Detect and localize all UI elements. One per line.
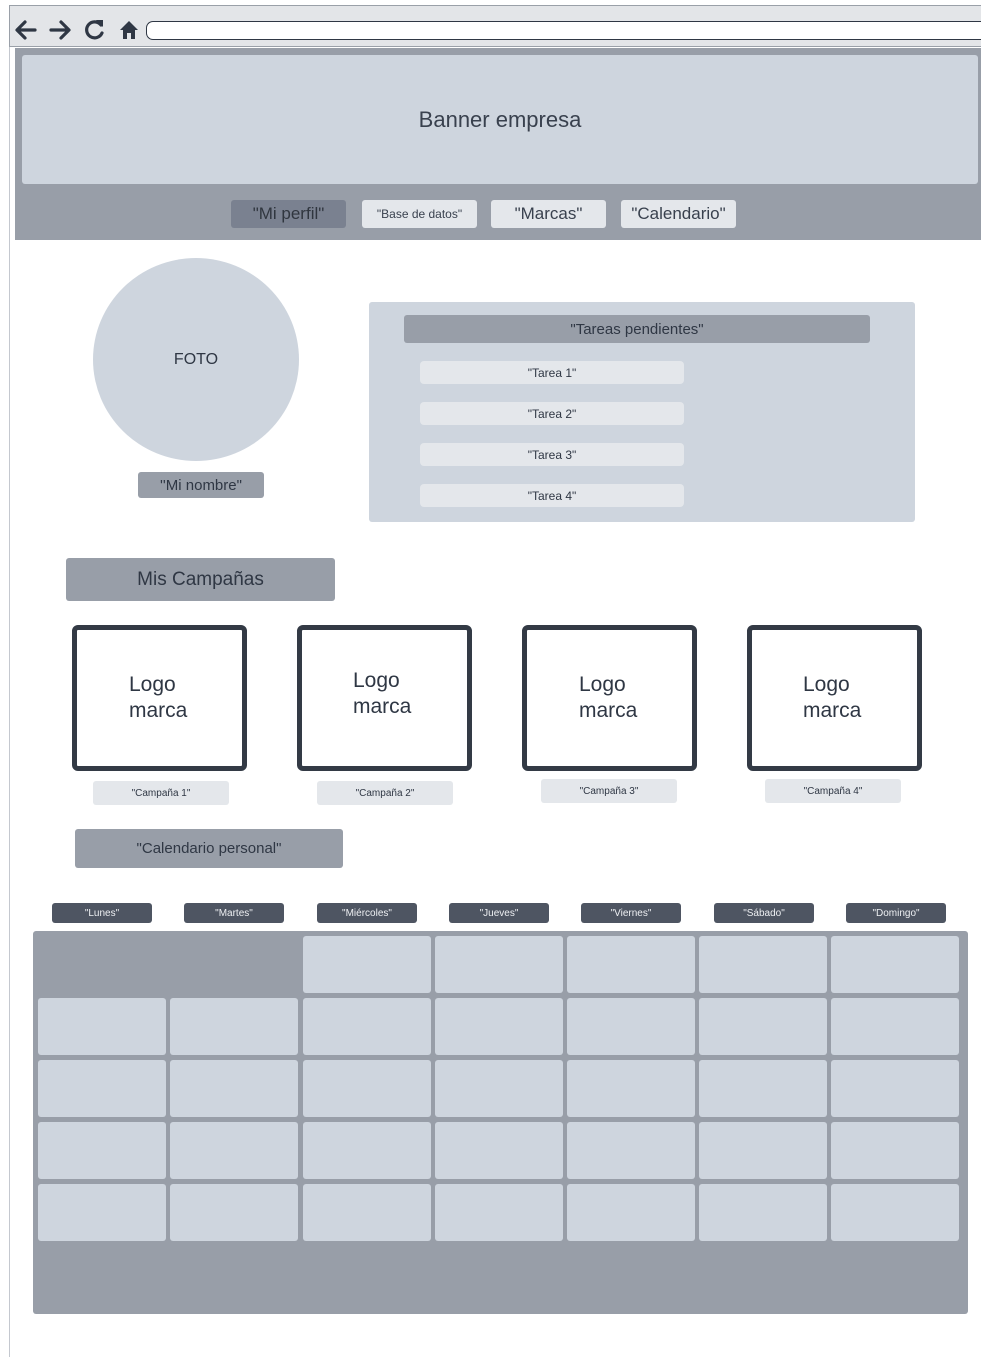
brand-logo-card[interactable]: Logo marca (747, 625, 922, 771)
calendar-day-cell[interactable] (567, 1122, 695, 1179)
calendar-day-cell[interactable] (831, 1184, 959, 1241)
weekday-header-jueves: "Jueves" (449, 903, 549, 923)
calendar-day-cell[interactable] (699, 1184, 827, 1241)
weekday-header-lunes: "Lunes" (52, 903, 152, 923)
personal-calendar-title: "Calendario personal" (75, 829, 343, 868)
calendar-day-cell[interactable] (303, 1122, 431, 1179)
nav-base-de-datos-button[interactable]: "Base de datos" (362, 200, 477, 228)
task-item[interactable]: "Tarea 1" (420, 361, 684, 384)
calendar-day-cell[interactable] (699, 998, 827, 1055)
nav-marcas-button[interactable]: "Marcas" (491, 200, 606, 228)
calendar-day-cell[interactable] (38, 998, 166, 1055)
task-item[interactable]: "Tarea 2" (420, 402, 684, 425)
calendar-grid (33, 931, 968, 1314)
brand-logo-card[interactable]: Logo marca (297, 625, 472, 771)
calendar-day-cell[interactable] (435, 1184, 563, 1241)
pending-tasks-title: "Tareas pendientes" (404, 315, 870, 343)
calendar-day-cell[interactable] (170, 1184, 298, 1241)
calendar-day-cell[interactable] (567, 936, 695, 993)
campaigns-title: Mis Campañas (66, 558, 335, 601)
calendar-day-cell[interactable] (170, 1060, 298, 1117)
brand-logo-card[interactable]: Logo marca (72, 625, 247, 771)
logo-line-2: marca (353, 695, 412, 718)
campaign-label[interactable]: "Campaña 2" (317, 781, 453, 805)
calendar-day-cell[interactable] (170, 998, 298, 1055)
brand-logo-card[interactable]: Logo marca (522, 625, 697, 771)
campaign-label[interactable]: "Campaña 1" (93, 781, 229, 805)
calendar-day-cell[interactable] (435, 1060, 563, 1117)
weekday-header-domingo: "Domingo" (846, 903, 946, 923)
logo-line-1: Logo (353, 669, 400, 692)
nav-mi-perfil-button[interactable]: "Mi perfil" (231, 200, 346, 228)
campaign-label[interactable]: "Campaña 3" (541, 779, 677, 803)
logo-line-1: Logo (129, 673, 176, 696)
logo-line-2: marca (579, 699, 638, 722)
weekday-header-sabado: "Sábado" (714, 903, 814, 923)
calendar-day-cell[interactable] (567, 1060, 695, 1117)
profile-name: ''Mi nombre" (138, 472, 264, 498)
calendar-day-cell[interactable] (567, 998, 695, 1055)
calendar-day-cell[interactable] (303, 998, 431, 1055)
calendar-day-cell[interactable] (567, 1184, 695, 1241)
calendar-day-cell[interactable] (831, 1122, 959, 1179)
page-left-edge (9, 46, 10, 1357)
calendar-day-cell[interactable] (38, 1184, 166, 1241)
calendar-day-cell[interactable] (435, 1122, 563, 1179)
weekday-header-viernes: "Viernes" (581, 903, 681, 923)
company-banner: Banner empresa (22, 55, 978, 184)
address-bar[interactable] (146, 21, 981, 40)
calendar-day-cell[interactable] (831, 936, 959, 993)
calendar-day-cell[interactable] (170, 1122, 298, 1179)
calendar-day-cell[interactable] (303, 1184, 431, 1241)
calendar-day-cell[interactable] (435, 998, 563, 1055)
calendar-day-cell[interactable] (831, 998, 959, 1055)
calendar-day-cell[interactable] (38, 1122, 166, 1179)
reload-icon[interactable] (81, 16, 107, 44)
forward-arrow-icon[interactable] (48, 16, 74, 44)
calendar-day-cell[interactable] (303, 1060, 431, 1117)
calendar-day-cell[interactable] (699, 1122, 827, 1179)
calendar-day-cell[interactable] (303, 936, 431, 993)
task-item[interactable]: "Tarea 3" (420, 443, 684, 466)
logo-line-1: Logo (579, 673, 626, 696)
calendar-day-cell[interactable] (38, 1060, 166, 1117)
logo-line-1: Logo (803, 673, 850, 696)
logo-line-2: marca (803, 699, 862, 722)
weekday-header-martes: "Martes" (184, 903, 284, 923)
logo-line-2: marca (129, 699, 188, 722)
home-icon[interactable] (116, 16, 142, 44)
task-item[interactable]: "Tarea 4" (420, 484, 684, 507)
profile-photo[interactable]: FOTO (93, 258, 299, 461)
calendar-day-cell[interactable] (699, 936, 827, 993)
campaign-label[interactable]: "Campaña 4" (765, 779, 901, 803)
back-arrow-icon[interactable] (12, 16, 38, 44)
weekday-header-miercoles: "Miércoles" (317, 903, 417, 923)
calendar-day-cell[interactable] (435, 936, 563, 993)
calendar-day-cell[interactable] (831, 1060, 959, 1117)
calendar-day-cell[interactable] (699, 1060, 827, 1117)
nav-calendario-button[interactable]: "Calendario" (621, 200, 736, 228)
